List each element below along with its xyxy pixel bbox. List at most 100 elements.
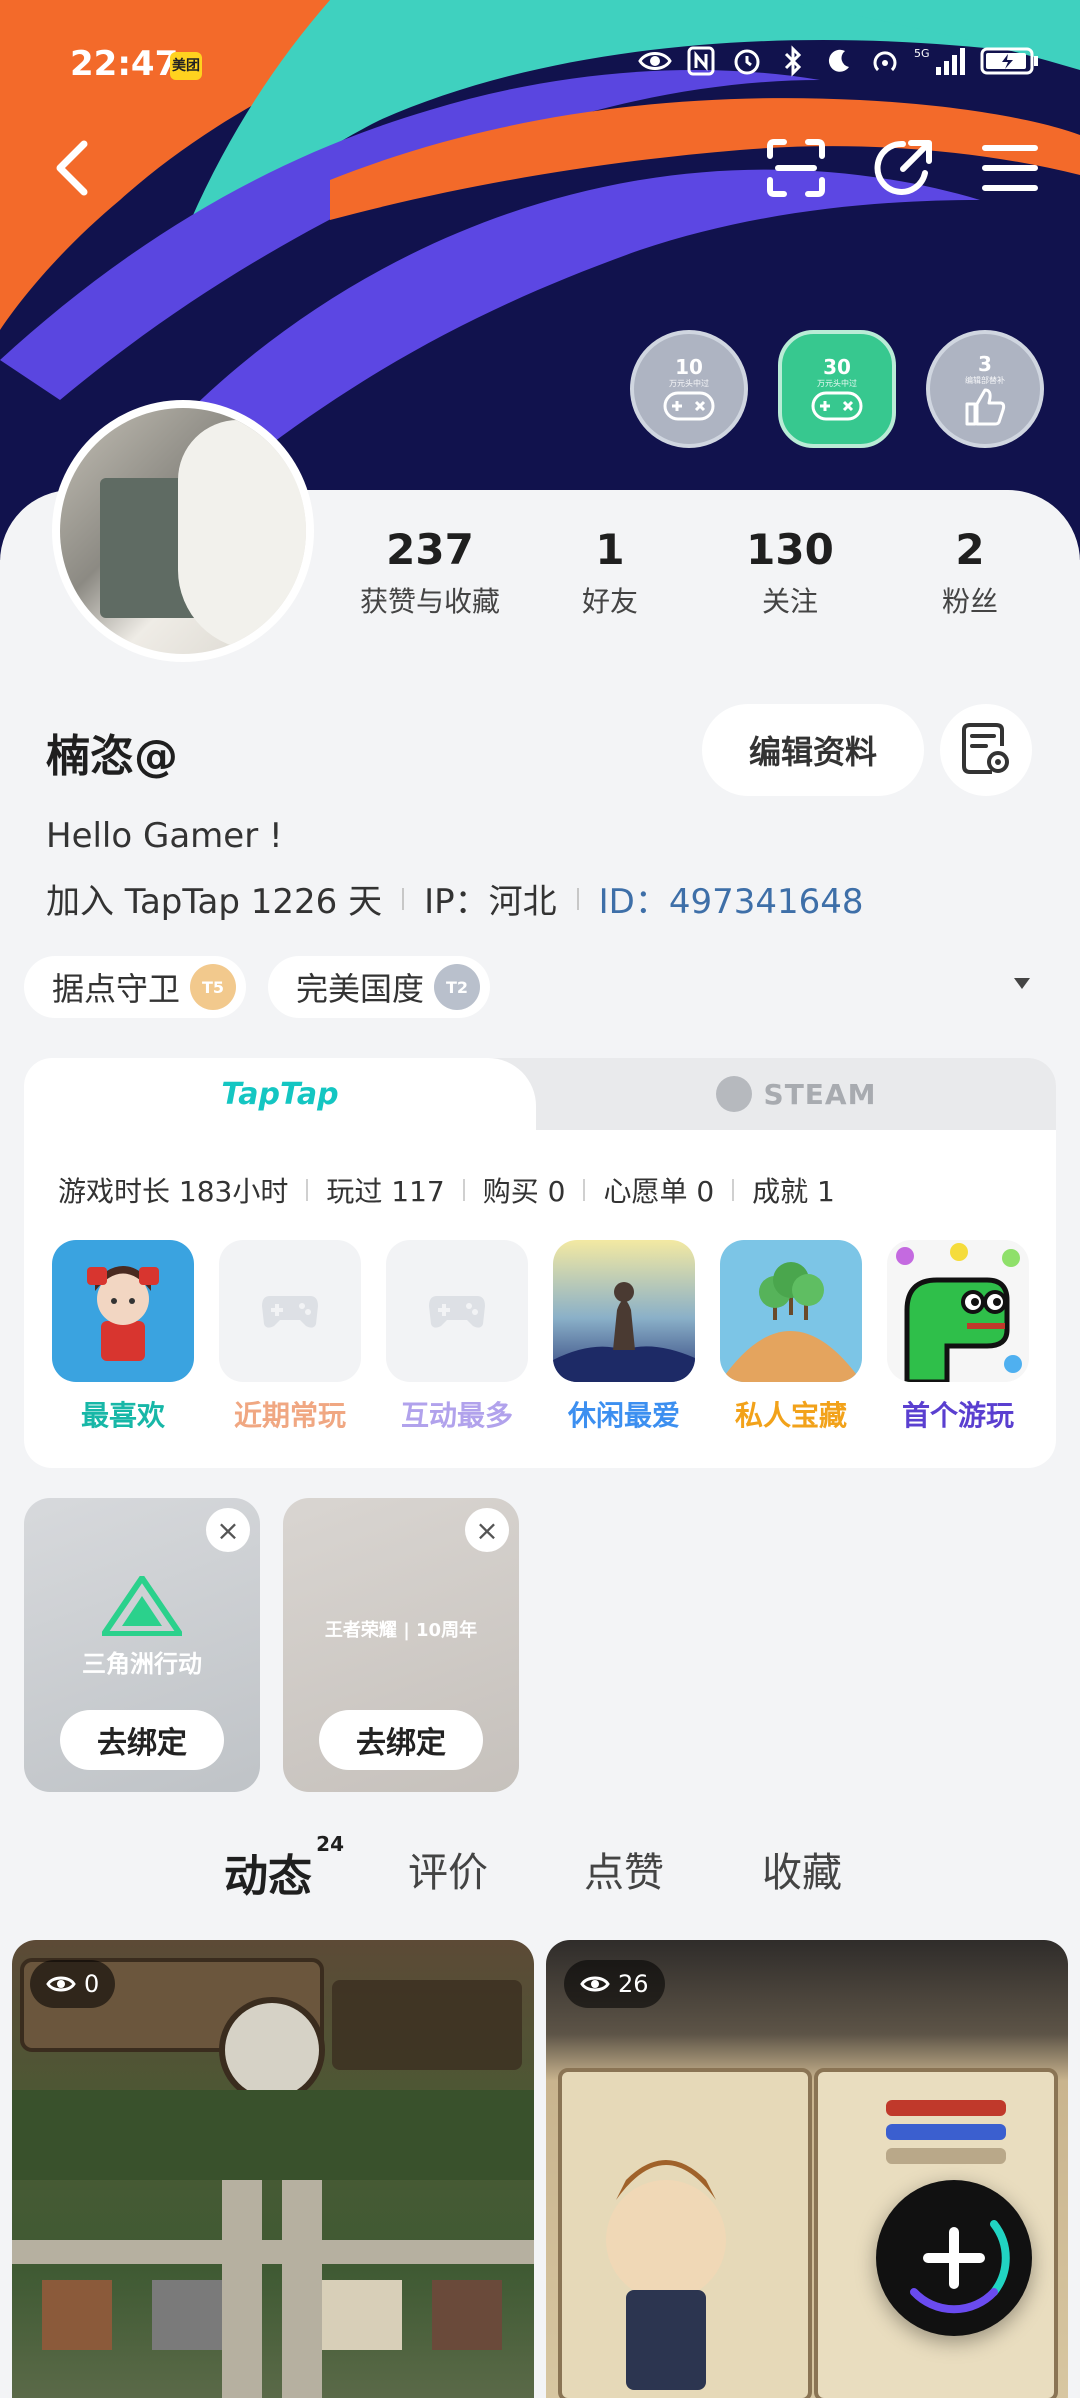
stat-following[interactable]: 130 关注 — [700, 520, 880, 620]
back-button[interactable] — [40, 136, 104, 200]
signal-icon: 5G — [914, 44, 968, 78]
divider — [576, 887, 579, 910]
purchased-count[interactable]: 购买 0 — [483, 1170, 566, 1210]
game-icon — [720, 1240, 862, 1382]
play-time[interactable]: 游戏时长 183小时 — [58, 1170, 288, 1210]
delta-force-logo-icon — [98, 1572, 186, 1640]
bind-game-name: 三角洲行动 — [82, 1650, 202, 1678]
medal-badge[interactable]: 10 万元头中过 — [630, 330, 748, 448]
hotspot-icon — [868, 44, 902, 78]
game-tag[interactable]: 据点守卫 T5 — [24, 956, 247, 1018]
edit-profile-button[interactable]: 编辑资料 — [702, 704, 924, 796]
profile-settings-button[interactable] — [940, 704, 1032, 796]
featured-game-first[interactable]: 首个游玩 — [887, 1240, 1029, 1434]
game-tag[interactable]: 完美国度 T2 — [268, 956, 491, 1018]
tab-favorites[interactable]: 收藏 — [762, 1840, 842, 1898]
post-thumbnail — [12, 1958, 534, 2398]
game-slot-label: 近期常玩 — [227, 1394, 353, 1434]
platform-tabs: TapTap STEAM — [24, 1058, 1056, 1130]
tier-badge: T5 — [190, 964, 237, 1010]
medal-badge[interactable]: 3 编辑部替补 — [926, 330, 1044, 448]
app-badge: 美团 — [170, 52, 202, 80]
medal-badge[interactable]: 30 万元头中过 — [778, 330, 896, 448]
featured-game-favorite[interactable]: 最喜欢 — [52, 1240, 194, 1434]
stat-likes[interactable]: 237 获赞与收藏 — [340, 520, 520, 620]
status-icons: 5G — [638, 44, 1040, 78]
stat-value: 130 — [746, 525, 834, 574]
moon-icon — [822, 44, 856, 78]
bind-game-name: 王者荣耀 | 10周年 — [324, 1620, 478, 1641]
divider — [583, 1179, 586, 1201]
view-count-value: 26 — [618, 1970, 649, 1998]
game-slot-label: 最喜欢 — [74, 1394, 172, 1434]
post-thumbnail — [558, 2068, 1058, 2398]
scan-icon — [767, 139, 825, 197]
played-count[interactable]: 玩过 117 — [326, 1170, 444, 1210]
create-post-button[interactable] — [876, 2180, 1032, 2336]
status-time: 22:47 — [70, 44, 179, 84]
document-settings-icon — [962, 723, 1009, 774]
divider — [402, 887, 405, 910]
stat-fans[interactable]: 2 粉丝 — [880, 520, 1060, 620]
divider — [462, 1179, 465, 1201]
ip-location: IP：河北 — [424, 882, 557, 922]
game-icon — [52, 1240, 194, 1382]
avatar-image — [60, 408, 306, 654]
game-tags: 据点守卫 T5 完美国度 T2 — [24, 956, 491, 1018]
bind-card-honor-of-kings[interactable]: 王者荣耀 | 10周年 × 去绑定 — [283, 1498, 519, 1792]
tab-posts-count: 24 — [316, 1832, 344, 1856]
close-icon[interactable]: × — [465, 1508, 509, 1552]
user-id-label: ID： — [598, 882, 669, 922]
game-tag-label: 完美国度 — [296, 970, 425, 1008]
scan-button[interactable] — [764, 136, 828, 200]
gamepad-icon — [386, 1240, 528, 1382]
tab-reviews[interactable]: 评价 — [408, 1840, 488, 1898]
menu-button[interactable] — [978, 136, 1042, 200]
menu-icon — [982, 145, 1038, 191]
expand-tags-icon[interactable] — [1014, 978, 1030, 989]
user-id[interactable]: ID：497341648 — [599, 874, 864, 923]
game-slot-label: 首个游玩 — [895, 1394, 1021, 1434]
profile-stats: 237 获赞与收藏 1 好友 130 关注 2 粉丝 — [340, 520, 1060, 620]
share-button[interactable] — [872, 136, 936, 200]
view-count: 26 — [564, 1960, 665, 2008]
stat-label: 关注 — [761, 585, 818, 618]
status-bar: 22:47 美团 5G — [0, 0, 1080, 130]
thumbs-up-icon — [965, 388, 1006, 425]
stat-friends[interactable]: 1 好友 — [520, 520, 700, 620]
bind-button[interactable]: 去绑定 — [60, 1710, 224, 1770]
tab-steam[interactable]: STEAM — [536, 1058, 1056, 1130]
profile-meta: 加入 TapTap 1226 天 IP：河北 ID：497341648 — [46, 874, 864, 923]
featured-game-treasure[interactable]: 私人宝藏 — [720, 1240, 862, 1434]
stat-label: 获赞与收藏 — [359, 585, 500, 618]
eye-icon — [580, 1976, 610, 1992]
eye-icon — [46, 1976, 76, 1992]
medal-count: 3 — [978, 351, 992, 376]
game-icon — [887, 1240, 1029, 1382]
divider — [732, 1179, 735, 1201]
featured-game-interactive[interactable]: 互动最多 — [386, 1240, 528, 1434]
wishlist-count[interactable]: 心愿单 0 — [603, 1170, 714, 1210]
tab-posts[interactable]: 动态 24 — [224, 1832, 344, 1904]
bind-card-delta-force[interactable]: 三角洲行动 × 去绑定 — [24, 1498, 260, 1792]
close-icon[interactable]: × — [206, 1508, 250, 1552]
post-card[interactable]: 26 — [546, 1940, 1068, 2398]
battery-icon — [980, 44, 1040, 78]
featured-game-casual[interactable]: 休闲最爱 — [553, 1240, 695, 1434]
medal-caption: 编辑部替补 — [965, 375, 1005, 385]
tab-likes[interactable]: 点赞 — [584, 1840, 664, 1898]
chevron-left-icon — [56, 140, 88, 196]
plus-icon — [910, 2220, 1010, 2314]
featured-games: 最喜欢 近期常玩 互动最多 休闲最爱 私人宝藏 首个游玩 — [52, 1240, 1029, 1434]
view-count-value: 0 — [84, 1970, 100, 1998]
tab-posts-label: 动态 — [224, 1851, 312, 1902]
featured-game-recent[interactable]: 近期常玩 — [219, 1240, 361, 1434]
achievement-count[interactable]: 成就 1 — [752, 1170, 835, 1210]
tab-taptap[interactable]: TapTap — [24, 1058, 536, 1130]
avatar[interactable] — [52, 400, 314, 662]
game-slot-label: 休闲最爱 — [561, 1394, 687, 1434]
medal-count: 10 — [675, 354, 703, 379]
bind-button[interactable]: 去绑定 — [319, 1710, 483, 1770]
medal-count: 30 — [823, 354, 851, 379]
post-card[interactable]: 0 — [12, 1940, 534, 2398]
